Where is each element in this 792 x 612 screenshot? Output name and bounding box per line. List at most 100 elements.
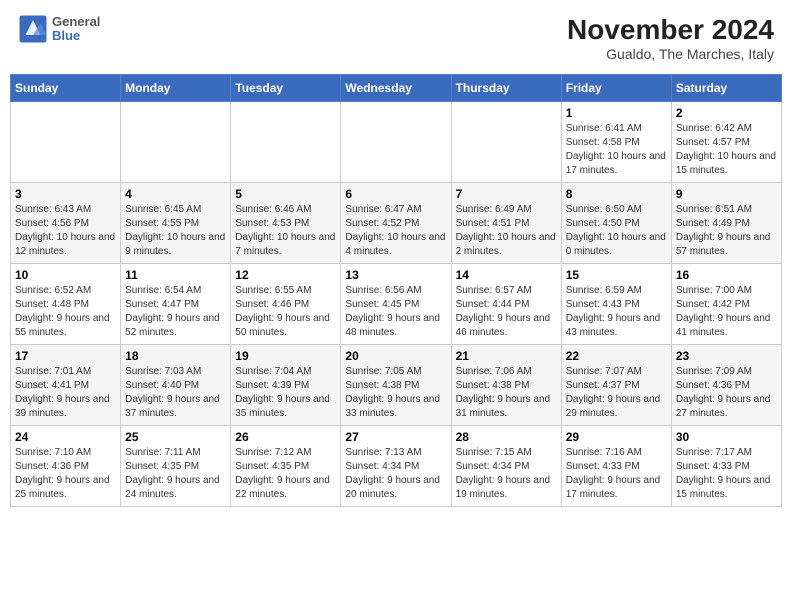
day-info: Sunrise: 7:17 AM Sunset: 4:33 PM Dayligh… bbox=[676, 446, 777, 502]
day-info: Sunrise: 6:46 AM Sunset: 4:53 PM Dayligh… bbox=[235, 203, 336, 259]
day-number: 5 bbox=[235, 187, 336, 201]
location: Gualdo, The Marches, Italy bbox=[567, 46, 774, 62]
day-info: Sunrise: 6:41 AM Sunset: 4:58 PM Dayligh… bbox=[566, 122, 667, 178]
day-info: Sunrise: 6:54 AM Sunset: 4:47 PM Dayligh… bbox=[125, 284, 226, 340]
calendar-cell bbox=[341, 102, 451, 183]
weekday-header: Saturday bbox=[671, 75, 781, 102]
calendar-week-row: 3 Sunrise: 6:43 AM Sunset: 4:56 PM Daylig… bbox=[11, 183, 782, 264]
calendar-body: 1 Sunrise: 6:41 AM Sunset: 4:58 PM Daylig… bbox=[11, 102, 782, 507]
weekday-header: Sunday bbox=[11, 75, 121, 102]
day-number: 22 bbox=[566, 349, 667, 363]
day-info: Sunrise: 6:55 AM Sunset: 4:46 PM Dayligh… bbox=[235, 284, 336, 340]
day-info: Sunrise: 6:49 AM Sunset: 4:51 PM Dayligh… bbox=[456, 203, 557, 259]
calendar-cell: 5 Sunrise: 6:46 AM Sunset: 4:53 PM Daylig… bbox=[231, 183, 341, 264]
calendar-cell: 15 Sunrise: 6:59 AM Sunset: 4:43 PM Dayli… bbox=[561, 264, 671, 345]
calendar-cell: 21 Sunrise: 7:06 AM Sunset: 4:38 PM Dayli… bbox=[451, 345, 561, 426]
day-number: 23 bbox=[676, 349, 777, 363]
calendar-cell: 28 Sunrise: 7:15 AM Sunset: 4:34 PM Dayli… bbox=[451, 426, 561, 507]
day-info: Sunrise: 7:09 AM Sunset: 4:36 PM Dayligh… bbox=[676, 365, 777, 421]
day-number: 13 bbox=[345, 268, 446, 282]
day-number: 12 bbox=[235, 268, 336, 282]
calendar-cell: 11 Sunrise: 6:54 AM Sunset: 4:47 PM Dayli… bbox=[121, 264, 231, 345]
day-number: 16 bbox=[676, 268, 777, 282]
day-info: Sunrise: 6:51 AM Sunset: 4:49 PM Dayligh… bbox=[676, 203, 777, 259]
calendar-cell: 19 Sunrise: 7:04 AM Sunset: 4:39 PM Dayli… bbox=[231, 345, 341, 426]
calendar-cell bbox=[231, 102, 341, 183]
calendar-week-row: 10Sunrise: 6:52 AM Sunset: 4:48 PM Dayli… bbox=[11, 264, 782, 345]
day-number: 30 bbox=[676, 430, 777, 444]
day-number: 29 bbox=[566, 430, 667, 444]
calendar-week-row: 1 Sunrise: 6:41 AM Sunset: 4:58 PM Daylig… bbox=[11, 102, 782, 183]
weekday-header: Monday bbox=[121, 75, 231, 102]
calendar-cell: 13 Sunrise: 6:56 AM Sunset: 4:45 PM Dayli… bbox=[341, 264, 451, 345]
calendar-cell: 18 Sunrise: 7:03 AM Sunset: 4:40 PM Dayli… bbox=[121, 345, 231, 426]
logo-icon bbox=[18, 14, 48, 44]
day-info: Sunrise: 6:56 AM Sunset: 4:45 PM Dayligh… bbox=[345, 284, 446, 340]
weekday-header: Wednesday bbox=[341, 75, 451, 102]
calendar-cell: 1 Sunrise: 6:41 AM Sunset: 4:58 PM Daylig… bbox=[561, 102, 671, 183]
day-info: Sunrise: 7:01 AM Sunset: 4:41 PM Dayligh… bbox=[15, 365, 116, 421]
calendar-cell: 10Sunrise: 6:52 AM Sunset: 4:48 PM Dayli… bbox=[11, 264, 121, 345]
calendar-cell: 6Sunrise: 6:47 AM Sunset: 4:52 PM Daylig… bbox=[341, 183, 451, 264]
calendar-cell: 12 Sunrise: 6:55 AM Sunset: 4:46 PM Dayli… bbox=[231, 264, 341, 345]
weekday-header: Friday bbox=[561, 75, 671, 102]
day-info: Sunrise: 7:12 AM Sunset: 4:35 PM Dayligh… bbox=[235, 446, 336, 502]
day-number: 9 bbox=[676, 187, 777, 201]
calendar-table: SundayMondayTuesdayWednesdayThursdayFrid… bbox=[10, 74, 782, 507]
day-number: 21 bbox=[456, 349, 557, 363]
day-number: 15 bbox=[566, 268, 667, 282]
day-number: 3 bbox=[15, 187, 116, 201]
calendar-cell: 17 Sunrise: 7:01 AM Sunset: 4:41 PM Dayli… bbox=[11, 345, 121, 426]
calendar-header: SundayMondayTuesdayWednesdayThursdayFrid… bbox=[11, 75, 782, 102]
calendar-cell: 9 Sunrise: 6:51 AM Sunset: 4:49 PM Daylig… bbox=[671, 183, 781, 264]
title-block: November 2024 Gualdo, The Marches, Italy bbox=[567, 14, 774, 62]
month-title: November 2024 bbox=[567, 14, 774, 46]
day-number: 10 bbox=[15, 268, 116, 282]
calendar-cell: 4Sunrise: 6:45 AM Sunset: 4:55 PM Daylig… bbox=[121, 183, 231, 264]
calendar-cell: 7 Sunrise: 6:49 AM Sunset: 4:51 PM Daylig… bbox=[451, 183, 561, 264]
day-info: Sunrise: 7:04 AM Sunset: 4:39 PM Dayligh… bbox=[235, 365, 336, 421]
calendar-cell: 22 Sunrise: 7:07 AM Sunset: 4:37 PM Dayli… bbox=[561, 345, 671, 426]
day-number: 1 bbox=[566, 106, 667, 120]
calendar-cell bbox=[451, 102, 561, 183]
calendar-cell bbox=[121, 102, 231, 183]
day-number: 2 bbox=[676, 106, 777, 120]
calendar-cell: 23 Sunrise: 7:09 AM Sunset: 4:36 PM Dayli… bbox=[671, 345, 781, 426]
day-info: Sunrise: 7:15 AM Sunset: 4:34 PM Dayligh… bbox=[456, 446, 557, 502]
day-info: Sunrise: 6:43 AM Sunset: 4:56 PM Dayligh… bbox=[15, 203, 116, 259]
day-number: 24 bbox=[15, 430, 116, 444]
logo-blue: Blue bbox=[52, 29, 100, 43]
weekday-header: Tuesday bbox=[231, 75, 341, 102]
day-info: Sunrise: 7:00 AM Sunset: 4:42 PM Dayligh… bbox=[676, 284, 777, 340]
day-number: 14 bbox=[456, 268, 557, 282]
day-info: Sunrise: 6:50 AM Sunset: 4:50 PM Dayligh… bbox=[566, 203, 667, 259]
day-info: Sunrise: 7:05 AM Sunset: 4:38 PM Dayligh… bbox=[345, 365, 446, 421]
day-info: Sunrise: 7:06 AM Sunset: 4:38 PM Dayligh… bbox=[456, 365, 557, 421]
weekday-header: Thursday bbox=[451, 75, 561, 102]
day-number: 25 bbox=[125, 430, 226, 444]
day-number: 20 bbox=[345, 349, 446, 363]
day-info: Sunrise: 6:42 AM Sunset: 4:57 PM Dayligh… bbox=[676, 122, 777, 178]
page-header: General Blue November 2024 Gualdo, The M… bbox=[10, 10, 782, 66]
day-info: Sunrise: 7:11 AM Sunset: 4:35 PM Dayligh… bbox=[125, 446, 226, 502]
day-info: Sunrise: 7:03 AM Sunset: 4:40 PM Dayligh… bbox=[125, 365, 226, 421]
calendar-cell: 29Sunrise: 7:16 AM Sunset: 4:33 PM Dayli… bbox=[561, 426, 671, 507]
day-number: 28 bbox=[456, 430, 557, 444]
day-number: 7 bbox=[456, 187, 557, 201]
day-info: Sunrise: 7:10 AM Sunset: 4:36 PM Dayligh… bbox=[15, 446, 116, 502]
calendar-cell: 24 Sunrise: 7:10 AM Sunset: 4:36 PM Dayli… bbox=[11, 426, 121, 507]
day-number: 27 bbox=[345, 430, 446, 444]
weekday-row: SundayMondayTuesdayWednesdayThursdayFrid… bbox=[11, 75, 782, 102]
calendar-week-row: 24 Sunrise: 7:10 AM Sunset: 4:36 PM Dayli… bbox=[11, 426, 782, 507]
day-info: Sunrise: 7:07 AM Sunset: 4:37 PM Dayligh… bbox=[566, 365, 667, 421]
day-number: 19 bbox=[235, 349, 336, 363]
day-number: 4 bbox=[125, 187, 226, 201]
day-number: 11 bbox=[125, 268, 226, 282]
day-info: Sunrise: 6:59 AM Sunset: 4:43 PM Dayligh… bbox=[566, 284, 667, 340]
day-number: 17 bbox=[15, 349, 116, 363]
calendar-cell: 2 Sunrise: 6:42 AM Sunset: 4:57 PM Daylig… bbox=[671, 102, 781, 183]
day-number: 18 bbox=[125, 349, 226, 363]
day-info: Sunrise: 6:57 AM Sunset: 4:44 PM Dayligh… bbox=[456, 284, 557, 340]
calendar-cell bbox=[11, 102, 121, 183]
day-number: 6 bbox=[345, 187, 446, 201]
